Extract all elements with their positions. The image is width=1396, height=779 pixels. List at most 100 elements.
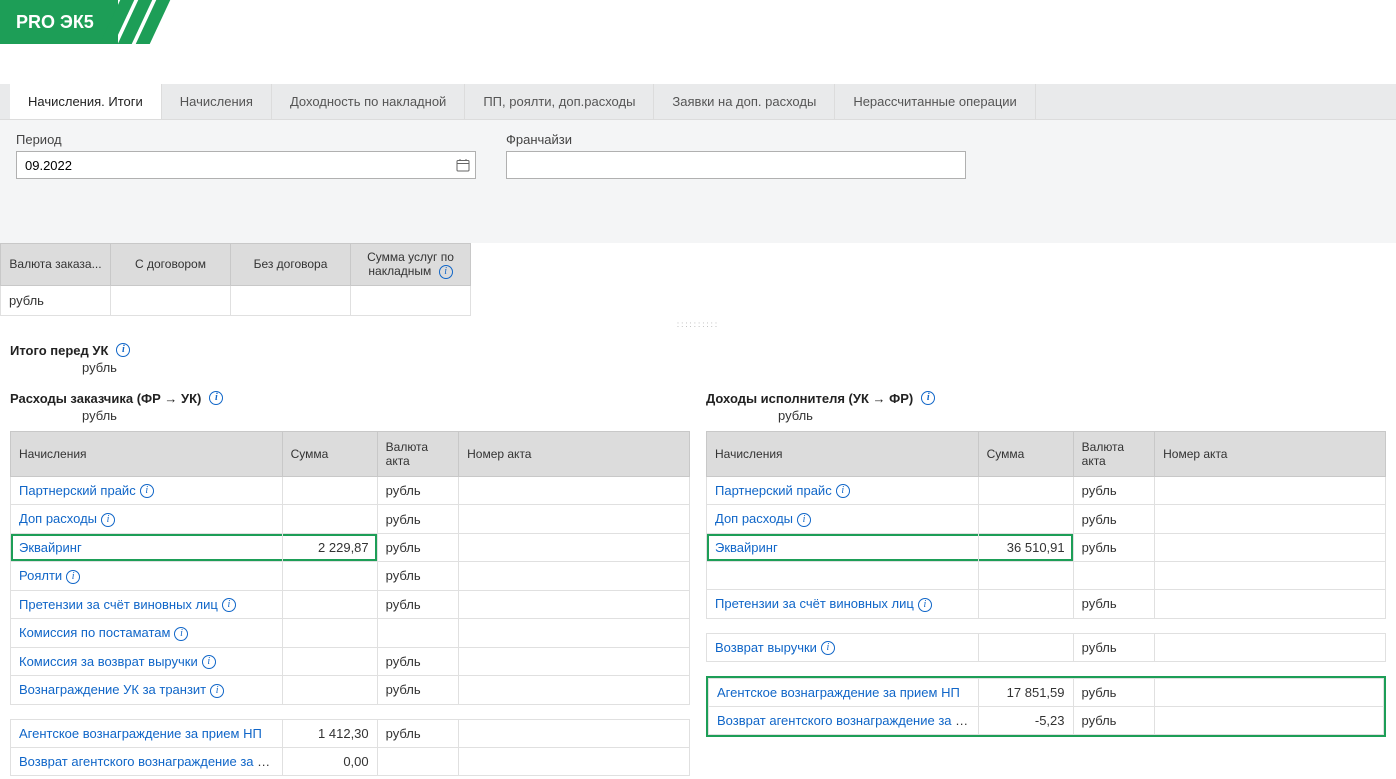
- th-name: Начисления: [707, 431, 979, 476]
- franchisee-label: Франчайзи: [506, 132, 966, 147]
- period-input[interactable]: [17, 152, 209, 178]
- filters-panel: Период Франчайзи: [0, 120, 1396, 203]
- row-act-number: [459, 719, 690, 747]
- info-icon[interactable]: i: [918, 598, 932, 612]
- summary-services: [351, 285, 471, 315]
- row-link[interactable]: Вознаграждение УК за транзит: [19, 682, 206, 697]
- row-sum: 2 229,87: [282, 533, 377, 561]
- row-sum: 17 851,59: [979, 679, 1074, 707]
- logo-stripes: [110, 0, 160, 44]
- row-currency: рубль: [1073, 533, 1154, 561]
- summary-th-with-contract: С договором: [111, 244, 231, 286]
- tab-accruals[interactable]: Начисления: [162, 84, 272, 119]
- info-icon[interactable]: i: [921, 391, 935, 405]
- row-act-number: [459, 505, 690, 534]
- row-act-number: [1155, 505, 1386, 534]
- row-link[interactable]: Претензии за счёт виновных лиц: [715, 596, 914, 611]
- row-link[interactable]: Возврат агентского вознаграждение за п..…: [717, 713, 973, 728]
- info-icon[interactable]: i: [209, 391, 223, 405]
- info-icon[interactable]: i: [116, 343, 130, 357]
- summary-currency: рубль: [1, 285, 111, 315]
- row-name-cell: Комиссия за возврат выручки i: [11, 647, 283, 676]
- tab-royalty[interactable]: ПП, роялти, доп.расходы: [465, 84, 654, 119]
- customer-expenses-title: Расходы заказчика (ФР → УК) i: [10, 381, 690, 408]
- info-icon[interactable]: i: [174, 627, 188, 641]
- row-act-number: [1155, 476, 1386, 505]
- info-icon[interactable]: i: [797, 513, 811, 527]
- info-icon[interactable]: i: [210, 684, 224, 698]
- row-link[interactable]: Роялти: [19, 568, 62, 583]
- row-link[interactable]: Возврат выручки: [715, 640, 817, 655]
- info-icon[interactable]: i: [222, 598, 236, 612]
- period-label: Период: [16, 132, 476, 147]
- info-icon[interactable]: i: [101, 513, 115, 527]
- info-icon[interactable]: i: [66, 570, 80, 584]
- row-act-number: [1155, 533, 1386, 561]
- row-link[interactable]: Доп расходы: [715, 511, 793, 526]
- row-sum: [282, 505, 377, 534]
- performer-income-title: Доходы исполнителя (УК → ФР) i: [706, 381, 1386, 408]
- info-icon[interactable]: i: [202, 655, 216, 669]
- row-link[interactable]: Агентское вознаграждение за прием НП: [19, 726, 262, 741]
- tab-profitability[interactable]: Доходность по накладной: [272, 84, 465, 119]
- row-name-cell: [707, 561, 979, 589]
- row-currency: рубль: [377, 676, 458, 705]
- performer-income-label: Доходы исполнителя (УК → ФР): [706, 391, 913, 406]
- row-currency: рубль: [377, 647, 458, 676]
- calendar-icon[interactable]: [451, 153, 475, 177]
- customer-expenses-currency: рубль: [10, 408, 690, 423]
- row-link[interactable]: Возврат агентского вознаграждение за п..…: [19, 754, 275, 769]
- row-name-cell: Претензии за счёт виновных лиц i: [11, 590, 283, 619]
- table-row: [707, 561, 1386, 589]
- table-row: Доп расходыiрубль: [11, 505, 690, 534]
- row-link[interactable]: Комиссия по постаматам: [19, 625, 170, 640]
- table-row: Партнерский прайсiрубль: [11, 476, 690, 505]
- row-sum: -5,23: [979, 707, 1074, 735]
- splitter-handle[interactable]: ::::::::::: [0, 316, 1396, 333]
- table-row: Вознаграждение УК за транзит i рубль: [11, 676, 690, 705]
- row-act-number: [459, 561, 690, 590]
- th-sum: Сумма: [978, 431, 1073, 476]
- row-currency: рубль: [377, 533, 458, 561]
- franchisee-input[interactable]: [507, 152, 965, 178]
- th-act-cur: Валюта акта: [1073, 431, 1154, 476]
- row-link[interactable]: Партнерский прайс: [715, 483, 832, 498]
- tabs-bar: Начисления. Итоги Начисления Доходность …: [0, 84, 1396, 120]
- tab-uncalculated[interactable]: Нерассчитанные операции: [835, 84, 1035, 119]
- tab-totals[interactable]: Начисления. Итоги: [10, 84, 162, 119]
- row-act-number: [1155, 633, 1386, 662]
- row-sum: [978, 505, 1073, 534]
- th-act-num: Номер акта: [459, 431, 690, 476]
- row-link[interactable]: Претензии за счёт виновных лиц: [19, 597, 218, 612]
- row-name-cell: Партнерский прайс i: [11, 476, 283, 505]
- table-row: Возврат выручкиiрубль: [707, 633, 1386, 662]
- period-input-wrap[interactable]: [16, 151, 476, 179]
- row-link[interactable]: Агентское вознаграждение за прием НП: [717, 685, 960, 700]
- franchisee-input-wrap[interactable]: [506, 151, 966, 179]
- right-column: Доходы исполнителя (УК → ФР) i рубль Нач…: [706, 381, 1386, 737]
- row-link[interactable]: Доп расходы: [19, 511, 97, 526]
- row-name-cell: Партнерский прайс i: [707, 476, 979, 505]
- row-currency: рубль: [1073, 505, 1154, 534]
- row-link[interactable]: Эквайринг: [715, 540, 778, 555]
- summary-table: Валюта заказа... С договором Без договор…: [0, 243, 471, 316]
- tab-requests[interactable]: Заявки на доп. расходы: [654, 84, 835, 119]
- info-icon[interactable]: i: [821, 641, 835, 655]
- summary-no-contract: [231, 285, 351, 315]
- info-icon[interactable]: i: [836, 484, 850, 498]
- row-currency: рубль: [377, 561, 458, 590]
- row-sum: [282, 590, 377, 619]
- row-act-number: [1155, 561, 1386, 589]
- table-row: Претензии за счёт виновных лицiрубль: [11, 590, 690, 619]
- row-link[interactable]: Партнерский прайс: [19, 483, 136, 498]
- table-row: Роялтиi рубль: [11, 561, 690, 590]
- row-sum: [978, 589, 1073, 618]
- row-link[interactable]: Эквайринг: [19, 540, 82, 555]
- info-icon[interactable]: i: [140, 484, 154, 498]
- row-act-number: [459, 676, 690, 705]
- row-act-number: [1154, 707, 1384, 735]
- row-currency: рубль: [1073, 707, 1154, 735]
- customer-expenses-label: Расходы заказчика (ФР → УК): [10, 391, 201, 406]
- row-link[interactable]: Комиссия за возврат выручки: [19, 654, 198, 669]
- info-icon[interactable]: i: [439, 265, 453, 279]
